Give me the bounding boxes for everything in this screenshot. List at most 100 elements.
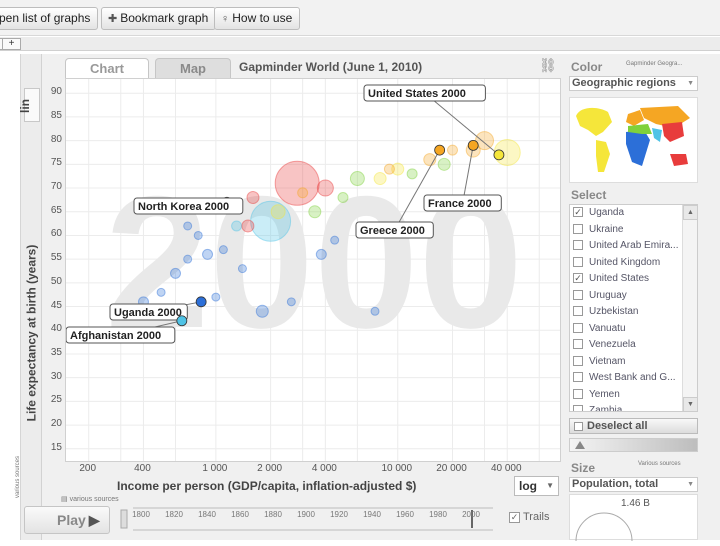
highlighted-point	[176, 315, 188, 327]
play-label: Play	[57, 512, 86, 528]
y-tick-label: 30	[50, 370, 62, 382]
country-list[interactable]: ✓ Uganda Ukraine United Arab Emira... United…	[569, 204, 698, 412]
size-select-value: Population, total	[572, 478, 659, 490]
play-button[interactable]: Play ▶	[24, 506, 110, 534]
country-checkbox[interactable]	[573, 289, 583, 300]
country-name: United States	[589, 273, 650, 284]
open-list-label: pen list of graphs	[0, 11, 91, 25]
timeline-tick: 1860	[231, 510, 249, 519]
bubble	[183, 221, 193, 231]
color-source: Gapminder Geogra...	[626, 61, 683, 67]
deselect-all-button[interactable]: Deselect all	[569, 418, 698, 434]
point-label: Afghanistan 2000	[70, 330, 161, 342]
y-tick-label: 25	[50, 394, 62, 406]
bubble	[446, 144, 458, 156]
y-tick-label: 50	[50, 275, 62, 287]
bubble	[308, 205, 322, 219]
y-scale-toggle[interactable]: lin	[18, 88, 40, 122]
scroll-up-icon[interactable]: ▲	[683, 205, 697, 220]
country-list-item[interactable]: Uzbekistan	[570, 304, 697, 321]
timeline-tick: 1980	[429, 510, 447, 519]
bubble	[337, 192, 349, 204]
bubble	[286, 297, 296, 307]
x-axis-label[interactable]: Income per person (GDP/capita, inflation…	[117, 479, 416, 493]
bookmark-graph-button[interactable]: ✚ Bookmark graph	[101, 7, 217, 30]
bubble	[437, 157, 451, 171]
country-list-item[interactable]: Yemen	[570, 387, 697, 404]
chevron-down-icon: ▼	[687, 80, 694, 87]
country-checkbox[interactable]	[573, 405, 583, 411]
top-toolbar: pen list of graphs ✚ Bookmark graph ♀ How …	[0, 0, 720, 36]
y-tick-label: 80	[50, 133, 62, 145]
country-checkbox[interactable]	[573, 306, 583, 317]
scroll-down-icon[interactable]: ▼	[683, 397, 697, 411]
country-checkbox[interactable]	[573, 388, 583, 399]
country-checkbox[interactable]	[573, 223, 583, 234]
country-list-item[interactable]: Zambia	[570, 403, 697, 412]
country-list-item[interactable]: ✓ Uganda	[570, 205, 697, 222]
timeline-tick: 1840	[198, 510, 216, 519]
y-tick-label: 90	[50, 86, 62, 98]
y-axis-label[interactable]: Life expectancy at birth (years)	[25, 241, 39, 426]
highlighted-point	[467, 139, 479, 151]
x-scale-value: log	[519, 479, 537, 493]
country-checkbox[interactable]	[573, 339, 583, 350]
country-checkbox[interactable]	[573, 322, 583, 333]
country-list-item[interactable]: Vietnam	[570, 354, 697, 371]
country-checkbox[interactable]: ✓	[573, 207, 583, 218]
tab-map[interactable]: Map	[155, 58, 231, 78]
add-tab-button[interactable]: +	[2, 38, 21, 50]
timeline-slider[interactable]: 1800 1820 1840 1860 1880 1900 1920 1940 1960 1980…	[117, 504, 505, 534]
link-icon[interactable]: ⛓	[539, 57, 557, 74]
trails-toggle[interactable]: ✓ Trails	[509, 511, 549, 523]
point-label: United States 2000	[368, 88, 466, 100]
lightbulb-icon: ♀	[221, 13, 230, 25]
country-list-item[interactable]: West Bank and G...	[570, 370, 697, 387]
color-select[interactable]: Geographic regions ▼	[569, 76, 698, 91]
right-panel: Color Gapminder Geogra... Geographic reg…	[566, 56, 720, 546]
country-list-item[interactable]: United Arab Emira...	[570, 238, 697, 255]
play-icon: ▶	[88, 512, 100, 528]
trails-label: Trails	[523, 511, 550, 523]
how-to-use-button[interactable]: ♀ How to use	[214, 7, 301, 30]
country-name: Uganda	[589, 207, 625, 218]
country-name: Zambia	[589, 405, 623, 412]
timeline-tick: 1880	[264, 510, 282, 519]
x-scale-select[interactable]: log ▼	[514, 476, 559, 496]
trails-checkbox[interactable]: ✓	[509, 511, 520, 523]
country-list-item[interactable]: Venezuela	[570, 337, 697, 354]
tab-chart[interactable]: Chart	[65, 58, 149, 78]
country-name: Yemen	[589, 388, 620, 400]
bubble	[156, 287, 166, 297]
size-select[interactable]: Population, total ▼	[569, 477, 698, 492]
country-list-item[interactable]: ✓ United States	[570, 271, 697, 288]
y-tick-label: 55	[50, 252, 62, 264]
country-list-item[interactable]: Ukraine	[570, 222, 697, 239]
country-checkbox[interactable]: ✓	[573, 273, 583, 284]
bubble	[270, 204, 286, 220]
country-list-scrollbar[interactable]: ▲ ▼	[682, 205, 697, 411]
bubble	[297, 187, 309, 199]
country-checkbox[interactable]	[573, 355, 583, 366]
plus-icon: ✚	[108, 13, 118, 25]
highlighted-point	[493, 149, 505, 161]
timeline-tick: 1940	[363, 510, 381, 519]
country-name: Uruguay	[589, 289, 627, 301]
point-label: North Korea 2000	[138, 201, 229, 213]
open-list-button[interactable]: pen list of graphs	[0, 7, 99, 30]
bubble	[170, 267, 182, 279]
country-list-item[interactable]: United Kingdom	[570, 255, 697, 272]
country-checkbox[interactable]	[573, 372, 583, 383]
country-checkbox[interactable]	[573, 256, 583, 267]
world-region-map[interactable]	[569, 97, 698, 183]
bubble	[231, 220, 243, 232]
color-title: Color	[571, 60, 603, 74]
chart-area[interactable]: 2000 United States 2000 France 2000 Greece …	[65, 78, 561, 462]
country-name: Uzbekistan	[589, 306, 639, 317]
bubble	[406, 168, 418, 180]
country-list-item[interactable]: Vanuatu	[570, 321, 697, 338]
slider-thumb[interactable]	[575, 441, 585, 449]
country-list-item[interactable]: Uruguay	[570, 288, 697, 305]
opacity-slider[interactable]	[569, 438, 698, 452]
country-checkbox[interactable]	[573, 240, 583, 251]
